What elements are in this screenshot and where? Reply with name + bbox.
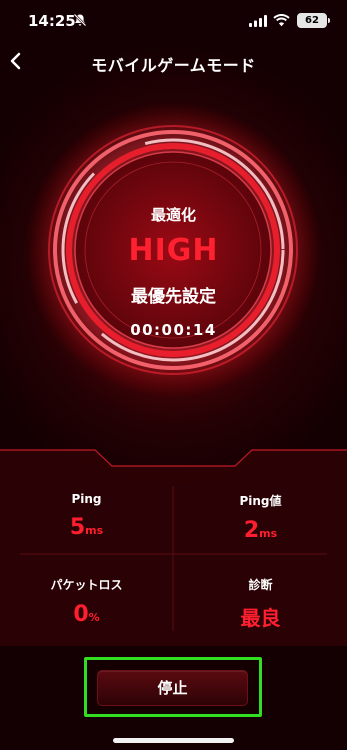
packet-loss-label: パケットロス [50, 578, 123, 592]
wifi-icon [273, 14, 290, 27]
diagnosis-value: 最良 [240, 606, 281, 630]
elapsed-timer: 00:00:14 [130, 321, 217, 339]
diagnosis-label: 診断 [248, 578, 273, 592]
home-indicator[interactable] [113, 738, 234, 743]
stat-packet-loss: パケットロス 0% [0, 576, 173, 627]
status-bar: 14:25 62 [0, 0, 347, 44]
status-time: 14:25 [28, 12, 76, 30]
bell-muted-icon [73, 13, 87, 27]
app-header: モバイルゲームモード [0, 44, 347, 80]
stat-diagnosis: 診断 最良 [174, 576, 347, 631]
ping-label: Ping [71, 492, 102, 506]
optimization-label: 最適化 [150, 206, 196, 224]
ping-value-number: 2 [243, 518, 260, 543]
ping-unit: ms [85, 524, 104, 537]
battery-indicator: 62 [297, 13, 330, 28]
stat-ping-value: Ping値 2ms [174, 492, 347, 543]
packet-loss-unit: % [88, 611, 100, 624]
stop-button-highlight: 停止 [84, 657, 262, 717]
ping-value-unit: ms [259, 527, 278, 540]
ping-value: 5 [69, 515, 86, 540]
priority-label: 最優先設定 [131, 287, 216, 307]
ping-value-label: Ping値 [239, 494, 282, 508]
packet-loss-value: 0 [73, 602, 89, 627]
optimization-level: HIGH [128, 233, 219, 268]
stop-button[interactable]: 停止 [97, 670, 248, 706]
page-title: モバイルゲームモード [91, 56, 256, 75]
stats-panel: Ping 5ms Ping値 2ms パケットロス 0% 診断 最良 [0, 446, 347, 646]
stat-ping: Ping 5ms [0, 492, 173, 540]
cellular-signal-icon [249, 15, 267, 27]
